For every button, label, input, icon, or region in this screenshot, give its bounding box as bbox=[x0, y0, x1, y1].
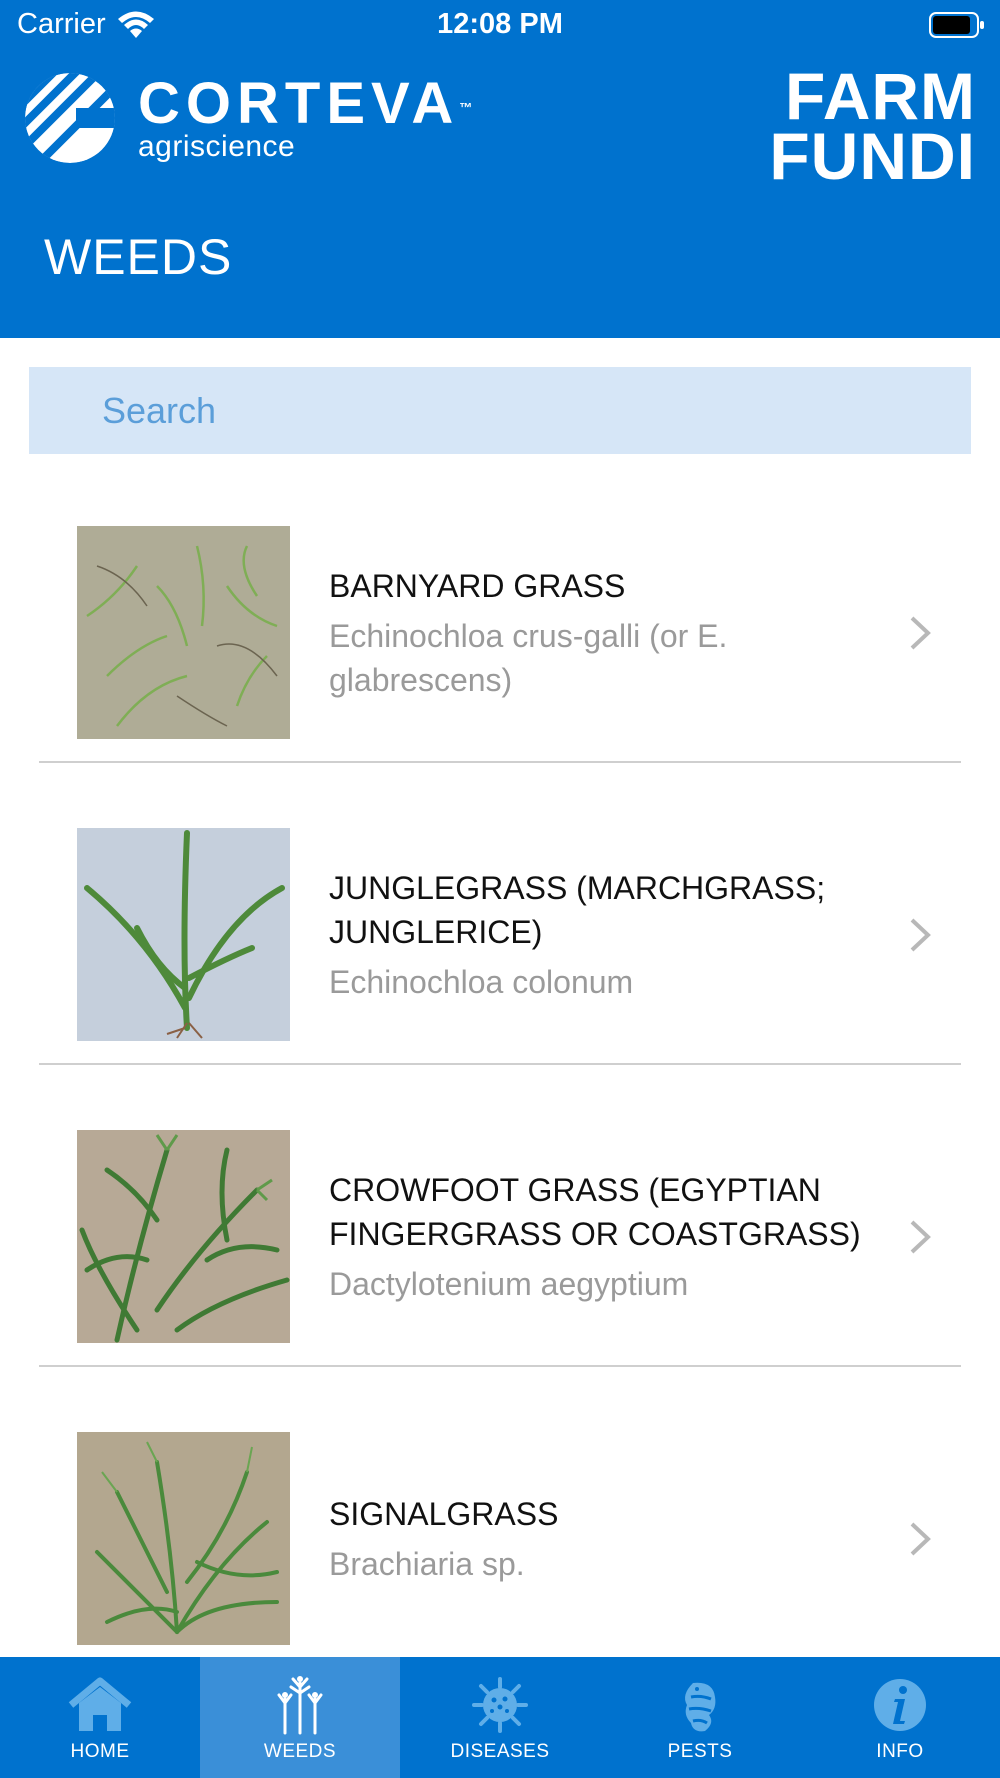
list-item[interactable]: BARNYARD GRASS Echinochloa crus-galli (o… bbox=[0, 504, 1000, 806]
tab-label: INFO bbox=[876, 1741, 924, 1762]
corteva-logo-mark-icon bbox=[25, 73, 115, 163]
list-item[interactable]: JUNGLEGRASS (MARCHGRASS; JUNGLERICE) Ech… bbox=[0, 806, 1000, 1108]
info-icon bbox=[874, 1679, 926, 1731]
signalgrass-photo bbox=[77, 1432, 290, 1645]
battery-icon bbox=[929, 12, 984, 38]
page-title: WEEDS bbox=[44, 229, 233, 285]
item-subtitle: Dactylotenium aegyptium bbox=[329, 1266, 689, 1302]
tab-label: WEEDS bbox=[263, 1741, 337, 1762]
row-text: SIGNALGRASS Brachiaria sp. bbox=[329, 1410, 890, 1668]
item-title: SIGNALGRASS bbox=[329, 1496, 559, 1532]
tab-bar: HOME WEEDS DISEASES PESTS INFO bbox=[0, 1657, 1000, 1778]
tab-diseases[interactable]: DISEASES bbox=[400, 1657, 600, 1778]
app-name-line1: FARM bbox=[785, 59, 976, 133]
chevron-right-icon bbox=[910, 1220, 931, 1254]
barnyard-grass-photo bbox=[77, 526, 290, 739]
tab-label: HOME bbox=[70, 1741, 130, 1762]
tab-label: PESTS bbox=[667, 1741, 733, 1762]
chevron-right-icon bbox=[910, 1522, 931, 1556]
item-title: JUNGLEGRASS (MARCHGRASS; JUNGLERICE) bbox=[329, 870, 826, 950]
list-item[interactable]: CROWFOOT GRASS (EGYPTIAN FINGERGRASS OR … bbox=[0, 1108, 1000, 1410]
search-input[interactable] bbox=[29, 367, 971, 454]
junglegrass-photo bbox=[77, 828, 290, 1041]
app-name: FARM FUNDI bbox=[769, 59, 976, 193]
crowfoot-grass-photo bbox=[77, 1130, 290, 1343]
diseases-icon bbox=[472, 1677, 528, 1733]
weeds-icon bbox=[277, 1676, 323, 1735]
item-title: CROWFOOT GRASS (EGYPTIAN FINGERGRASS OR … bbox=[329, 1172, 861, 1252]
divider bbox=[39, 1063, 961, 1065]
corteva-logo: CORTEVA™ agriscience bbox=[24, 72, 472, 164]
chevron-right-icon bbox=[910, 616, 931, 650]
item-title: BARNYARD GRASS bbox=[329, 568, 626, 604]
app-header: Carrier 12:08 PM CORTEVA™ agriscience FA… bbox=[0, 0, 1000, 338]
divider bbox=[39, 1365, 961, 1367]
tab-label: DISEASES bbox=[450, 1741, 550, 1762]
status-time: 12:08 PM bbox=[437, 8, 563, 40]
divider bbox=[39, 761, 961, 763]
item-subtitle: Echinochloa crus-galli (or E. glabrescen… bbox=[329, 618, 728, 698]
row-text: BARNYARD GRASS Echinochloa crus-galli (o… bbox=[329, 504, 890, 762]
row-text: CROWFOOT GRASS (EGYPTIAN FINGERGRASS OR … bbox=[329, 1108, 890, 1366]
row-text: JUNGLEGRASS (MARCHGRASS; JUNGLERICE) Ech… bbox=[329, 806, 890, 1064]
tab-home[interactable]: HOME bbox=[0, 1657, 200, 1778]
tab-weeds[interactable]: WEEDS bbox=[200, 1657, 400, 1778]
logo-wordmark: CORTEVA™ bbox=[138, 72, 472, 136]
weeds-list: BARNYARD GRASS Echinochloa crus-galli (o… bbox=[0, 504, 1000, 1712]
status-bar: Carrier 12:08 PM bbox=[0, 0, 1000, 50]
brand-name: CORTEVA bbox=[138, 71, 460, 136]
app-name-line2: FUNDI bbox=[769, 119, 976, 193]
tab-info[interactable]: INFO bbox=[800, 1657, 1000, 1778]
brand-trademark: ™ bbox=[459, 100, 473, 115]
logo-text: CORTEVA™ agriscience bbox=[138, 72, 472, 164]
item-subtitle: Echinochloa colonum bbox=[329, 964, 634, 1000]
chevron-right-icon bbox=[910, 918, 931, 952]
item-subtitle: Brachiaria sp. bbox=[329, 1546, 525, 1582]
tab-pests[interactable]: PESTS bbox=[600, 1657, 800, 1778]
home-icon bbox=[68, 1677, 132, 1731]
pests-icon bbox=[685, 1682, 716, 1732]
